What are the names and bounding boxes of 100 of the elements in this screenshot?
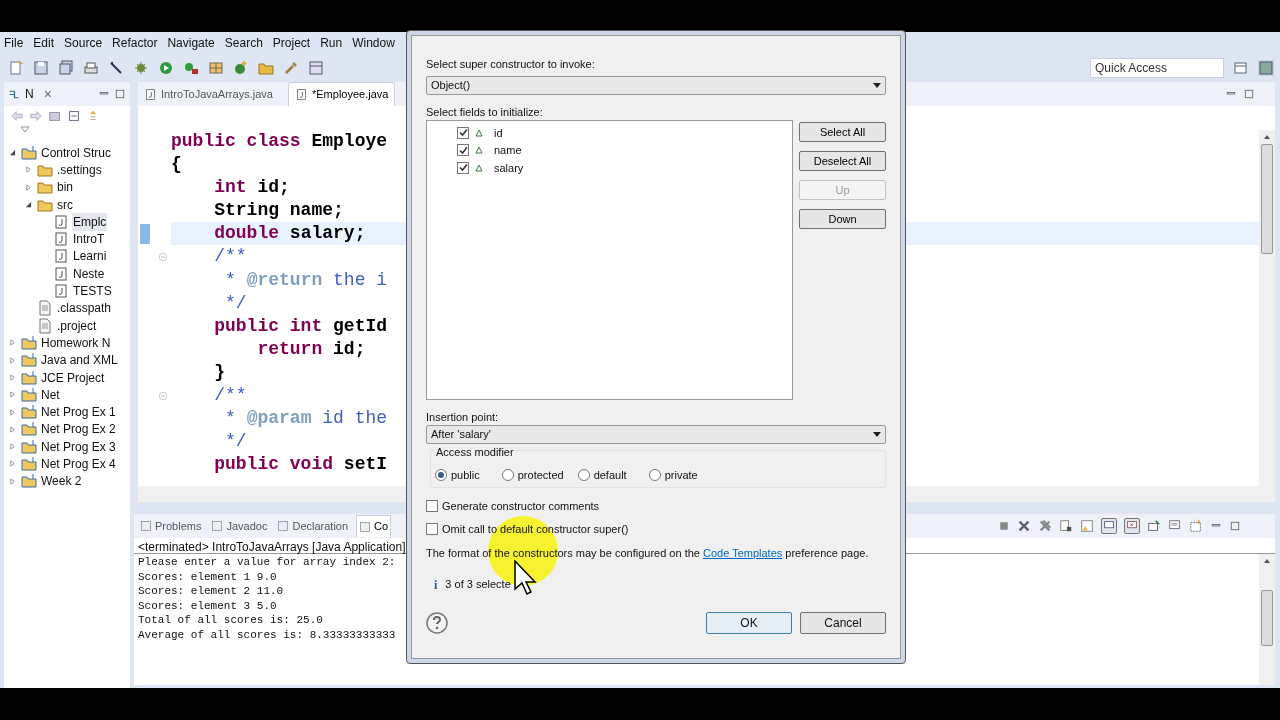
- expanded-arrow-icon[interactable]: [8, 149, 16, 157]
- collapse-all-icon[interactable]: [67, 109, 81, 123]
- project-folder-icon[interactable]: [21, 386, 37, 403]
- java-file-icon[interactable]: [144, 87, 157, 101]
- editor-tab[interactable]: IntroToJavaArrays.java: [138, 82, 288, 106]
- checkbox[interactable]: [457, 144, 469, 157]
- collapsed-arrow-icon[interactable]: [8, 339, 16, 347]
- dialog-button[interactable]: Select All: [799, 122, 886, 142]
- forward-arrow-icon[interactable]: [29, 109, 43, 123]
- back-arrow-icon[interactable]: [10, 109, 24, 123]
- show-output-icon[interactable]: [1101, 518, 1117, 534]
- checkbox-label[interactable]: Generate constructor comments: [442, 497, 600, 515]
- collapsed-arrow-icon[interactable]: [8, 374, 16, 381]
- view-tab[interactable]: Co: [356, 515, 392, 537]
- radio-button[interactable]: [435, 468, 447, 481]
- folder-icon[interactable]: [258, 60, 274, 76]
- view-icon[interactable]: [211, 520, 224, 532]
- menu-item[interactable]: File: [4, 34, 24, 52]
- cancel-button[interactable]: Cancel: [800, 611, 886, 634]
- radio-button[interactable]: [577, 468, 590, 481]
- radio-label[interactable]: private: [664, 466, 698, 483]
- open-perspective-icon[interactable]: [1233, 60, 1249, 76]
- file-icon[interactable]: [37, 300, 53, 317]
- view-tab[interactable]: Javadoc: [209, 515, 270, 537]
- java-file-icon[interactable]: [53, 213, 69, 230]
- class-icon[interactable]: [233, 60, 249, 76]
- scrollbar-thumb[interactable]: [1261, 144, 1273, 254]
- tree-item[interactable]: Net Prog Ex 2: [40, 420, 117, 439]
- project-folder-icon[interactable]: [21, 421, 37, 438]
- tree-item[interactable]: Net Prog Ex 3: [40, 437, 117, 456]
- save-icon[interactable]: [33, 60, 49, 76]
- perspective-icon[interactable]: [308, 60, 324, 76]
- radio-label[interactable]: protected: [517, 466, 564, 483]
- project-folder-icon[interactable]: [21, 369, 37, 386]
- project-folder-icon[interactable]: [21, 352, 37, 369]
- tree-item[interactable]: Net Prog Ex 1: [40, 403, 117, 422]
- collapsed-arrow-icon[interactable]: [8, 356, 16, 364]
- checkbox[interactable]: [457, 161, 469, 174]
- insertion-point-dropdown[interactable]: After 'salary': [426, 425, 886, 444]
- field-name[interactable]: name: [494, 142, 522, 159]
- scrollbar-thumb[interactable]: [1261, 590, 1273, 646]
- scroll-up-icon[interactable]: [1263, 558, 1271, 564]
- tree-item[interactable]: Net: [40, 385, 61, 404]
- radio-label[interactable]: default: [593, 466, 627, 483]
- collapsed-arrow-icon[interactable]: [8, 477, 16, 485]
- dialog-button[interactable]: Down: [799, 209, 886, 229]
- scroll-lock-icon[interactable]: [1080, 519, 1094, 533]
- collapsed-arrow-icon[interactable]: [8, 408, 16, 416]
- tree-item[interactable]: TESTS: [72, 282, 113, 301]
- checkbox[interactable]: [426, 523, 438, 535]
- project-folder-icon[interactable]: [21, 404, 37, 421]
- tree-item[interactable]: bin: [56, 178, 74, 197]
- collapsed-arrow-icon[interactable]: [24, 166, 32, 174]
- project-folder-icon[interactable]: [21, 334, 37, 351]
- open-console-icon[interactable]: [1189, 519, 1203, 533]
- editor-tab[interactable]: *Employee.java: [288, 82, 396, 106]
- tree-item[interactable]: .classpath: [56, 299, 113, 318]
- view-tab[interactable]: Problems: [138, 515, 204, 537]
- java-perspective-icon[interactable]: [1258, 60, 1274, 76]
- show-error-icon[interactable]: [1124, 518, 1140, 534]
- tree-item[interactable]: Homework N: [40, 333, 112, 352]
- expanded-arrow-icon[interactable]: [24, 201, 32, 209]
- view-icon[interactable]: [359, 520, 372, 533]
- save-all-icon[interactable]: [58, 60, 74, 76]
- project-folder-icon[interactable]: [21, 438, 37, 455]
- java-file-icon[interactable]: [53, 248, 69, 265]
- field-name[interactable]: id: [494, 124, 503, 141]
- tree-item[interactable]: .project: [56, 316, 98, 335]
- radio-label[interactable]: public: [451, 466, 480, 483]
- tree-item[interactable]: Java and XML: [40, 351, 119, 370]
- file-icon[interactable]: [37, 317, 53, 334]
- collapsed-arrow-icon[interactable]: [8, 460, 16, 468]
- maximize-icon[interactable]: [1229, 520, 1241, 532]
- view-menu-icon[interactable]: [20, 126, 30, 134]
- run-icon[interactable]: [158, 60, 174, 76]
- maximize-icon[interactable]: [1243, 88, 1255, 100]
- menu-item[interactable]: Search: [224, 34, 263, 52]
- menu-item[interactable]: Window: [352, 34, 395, 52]
- collapsed-arrow-icon[interactable]: [8, 391, 16, 399]
- tree-item[interactable]: Learni: [72, 247, 108, 266]
- tree-item[interactable]: IntroT: [72, 230, 106, 249]
- pin-icon[interactable]: [1147, 519, 1161, 533]
- close-all-icon[interactable]: [1038, 519, 1052, 533]
- java-file-icon[interactable]: [295, 88, 308, 101]
- close-icon[interactable]: ×: [43, 83, 52, 105]
- project-folder-icon[interactable]: [21, 144, 37, 161]
- print-icon[interactable]: [83, 60, 99, 76]
- java-file-icon[interactable]: [53, 283, 69, 299]
- tree-item[interactable]: Emplc: [72, 212, 108, 231]
- tree-item[interactable]: JCE Project: [40, 368, 106, 387]
- folder-icon[interactable]: [37, 179, 53, 196]
- field-name[interactable]: salary: [494, 159, 524, 176]
- pen-icon[interactable]: [108, 60, 124, 76]
- new-file-icon[interactable]: [8, 60, 24, 76]
- view-tab[interactable]: Declaration: [275, 515, 351, 537]
- maximize-icon[interactable]: [114, 88, 126, 100]
- project-folder-icon[interactable]: [21, 473, 37, 490]
- collapsed-arrow-icon[interactable]: [24, 183, 32, 191]
- tree-item[interactable]: src: [56, 195, 74, 214]
- help-icon[interactable]: [426, 611, 448, 634]
